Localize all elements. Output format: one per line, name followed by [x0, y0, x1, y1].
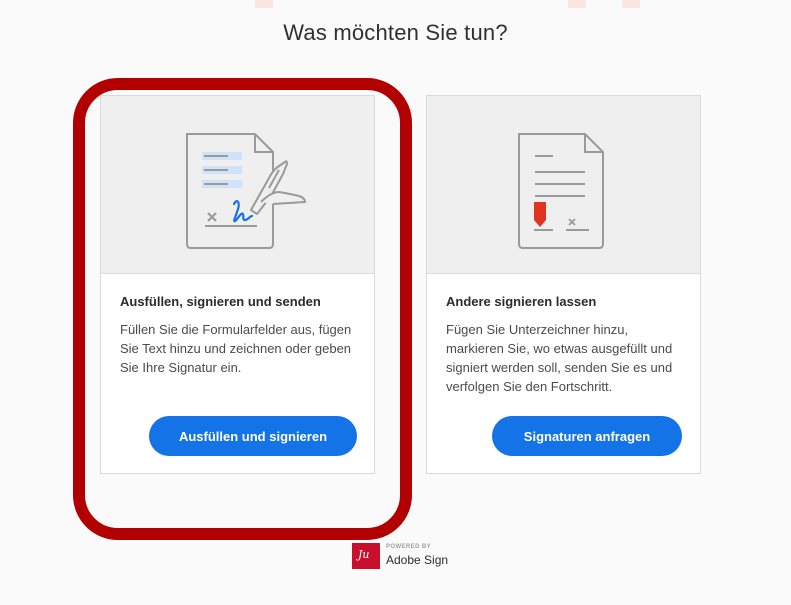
brand-name: Adobe Sign	[386, 553, 449, 567]
fill-sign-document-icon	[186, 133, 306, 249]
adobe-sign-logo-icon: Ju	[352, 543, 380, 569]
card-title: Ausfüllen, signieren und senden	[120, 294, 321, 309]
card-description: Fügen Sie Unterzeichner hinzu, markieren…	[446, 322, 673, 394]
card-illustration	[427, 96, 700, 274]
request-signatures-button[interactable]: Signaturen anfragen	[492, 416, 682, 456]
card-description: Füllen Sie die Formularfelder aus, fügen…	[120, 322, 352, 375]
page-title: Was möchten Sie tun?	[283, 20, 508, 45]
request-signature-document-icon	[518, 133, 604, 249]
top-strip	[0, 0, 791, 8]
powered-by-label: POWERED BY	[386, 544, 432, 550]
card-title: Andere signieren lassen	[446, 294, 597, 309]
fill-and-sign-button[interactable]: Ausfüllen und signieren	[149, 416, 357, 456]
fill-sign-card[interactable]: Ausfüllen, signieren und senden Füllen S…	[100, 95, 375, 474]
card-illustration	[101, 96, 374, 274]
request-signature-card[interactable]: Andere signieren lassen Fügen Sie Unterz…	[426, 95, 701, 474]
